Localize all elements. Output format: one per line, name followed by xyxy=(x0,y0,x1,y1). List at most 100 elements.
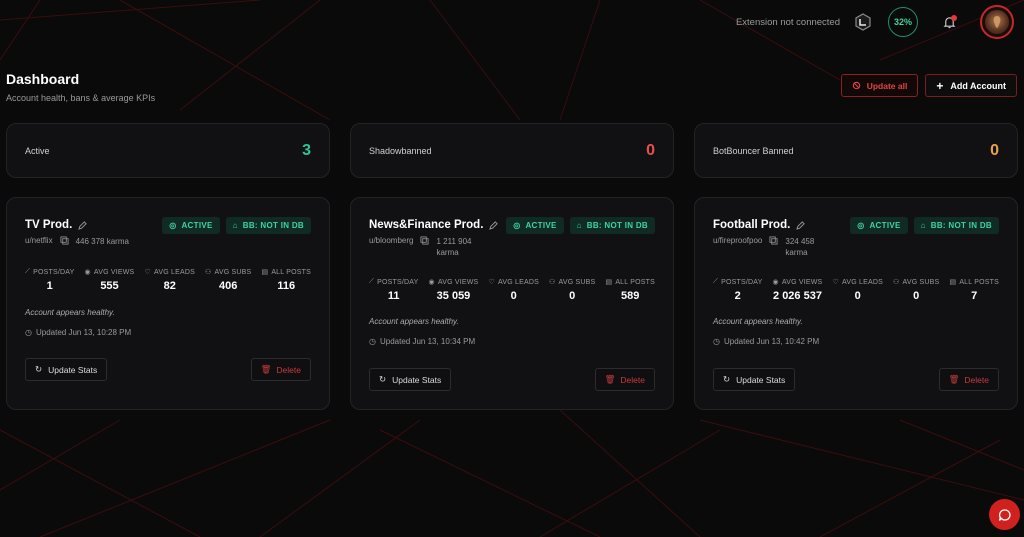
badges: ◎ ACTIVE ⌂ BB: NOT IN DB xyxy=(506,217,655,234)
bot-icon: ⌂ xyxy=(920,221,926,230)
header-actions: Update all + Add Account xyxy=(840,74,1017,97)
stat-avg-views: ◉ AVG VIEWS 555 xyxy=(84,268,135,293)
trend-icon: ⟋ xyxy=(25,268,31,275)
account-card: Football Prod. u/fireproofpoo 324 458 kar… xyxy=(694,197,1018,410)
copy-icon[interactable] xyxy=(60,236,69,245)
delete-button[interactable]: 🗑 Delete xyxy=(250,358,311,381)
stats-row: ⟋ POSTS/DAY 2 ◉ AVG VIEWS 2 026 537 ♡ AVG LEA… xyxy=(713,278,999,302)
progress-indicator[interactable]: 32% xyxy=(888,7,918,37)
stat-avg-leads: ♡ AVG LEADS 0 xyxy=(488,278,539,303)
eye-icon: ◉ xyxy=(428,279,435,286)
health-note: Account appears healthy. xyxy=(25,308,115,317)
add-account-button[interactable]: + Add Account xyxy=(925,74,1017,97)
bb-badge: ⌂ BB: NOT IN DB xyxy=(913,217,999,234)
edit-icon[interactable] xyxy=(489,220,499,230)
top-bar: Extension not connected 32% xyxy=(736,0,1024,44)
stat-avg-leads: ♡ AVG LEADS 82 xyxy=(144,268,195,293)
check-circle-icon: ◎ xyxy=(169,221,177,230)
trend-icon: ⟋ xyxy=(713,278,719,285)
stat-avg-subs: ⚇ AVG SUBS 0 xyxy=(549,278,596,303)
account-card: TV Prod. u/netflix 446 378 karma ◎ ACTIVE… xyxy=(6,197,330,410)
user-plus-icon: ⚇ xyxy=(893,279,900,286)
account-meta: u/netflix 446 378 karma xyxy=(25,236,129,247)
avatar-image xyxy=(985,10,1009,34)
updated-timestamp: ◷ Updated Jun 13, 10:42 PM xyxy=(713,337,820,346)
health-note: Account appears healthy. xyxy=(713,317,803,326)
kpi-label: Shadowbanned xyxy=(369,145,432,156)
chat-button[interactable] xyxy=(989,499,1020,530)
kpi-label: BotBouncer Banned xyxy=(713,145,794,156)
notification-dot xyxy=(951,15,957,21)
delete-button[interactable]: 🗑 Delete xyxy=(594,368,655,391)
bb-badge: ⌂ BB: NOT IN DB xyxy=(225,217,311,234)
chat-icon xyxy=(998,508,1011,521)
trash-icon: 🗑 xyxy=(260,364,272,374)
stat-all-posts: ▤ ALL POSTS 589 xyxy=(605,278,655,303)
stat-avg-subs: ⚇ AVG SUBS 0 xyxy=(893,278,940,303)
account-card: News&Finance Prod. u/bloomberg 1 211 904… xyxy=(350,197,674,410)
notifications-button[interactable] xyxy=(934,7,964,37)
account-name: TV Prod. xyxy=(25,219,88,231)
account-name: News&Finance Prod. xyxy=(369,219,499,231)
kpi-botbouncer-banned: BotBouncer Banned 0 xyxy=(694,123,1018,178)
stat-avg-leads: ♡ AVG LEADS 0 xyxy=(832,278,883,303)
eye-icon: ◉ xyxy=(772,279,779,286)
update-stats-button[interactable]: ↻ Update Stats xyxy=(369,368,452,391)
status-badge: ◎ ACTIVE xyxy=(506,217,564,234)
badges: ◎ ACTIVE ⌂ BB: NOT IN DB xyxy=(850,217,999,234)
account-name-text: TV Prod. xyxy=(25,219,73,231)
stat-posts-day: ⟋ POSTS/DAY 2 xyxy=(713,278,763,302)
delete-button[interactable]: 🗑 Delete xyxy=(938,368,999,391)
status-badge: ◎ ACTIVE xyxy=(850,217,908,234)
document-icon: ▤ xyxy=(605,279,613,286)
edit-icon[interactable] xyxy=(78,220,88,230)
stat-avg-subs: ⚇ AVG SUBS 406 xyxy=(205,268,252,293)
stat-all-posts: ▤ ALL POSTS 7 xyxy=(949,278,999,303)
add-account-label: Add Account xyxy=(950,80,1006,91)
extension-icon[interactable] xyxy=(854,13,872,31)
plus-icon: + xyxy=(936,78,944,93)
kpi-value: 3 xyxy=(302,141,311,159)
clock-icon: ◷ xyxy=(25,328,32,337)
document-icon: ▤ xyxy=(261,269,269,276)
bb-badge: ⌂ BB: NOT IN DB xyxy=(569,217,655,234)
heart-icon: ♡ xyxy=(488,279,495,286)
extension-status: Extension not connected xyxy=(735,16,840,28)
account-karma: 446 378 karma xyxy=(75,237,129,246)
stat-posts-day: ⟋ POSTS/DAY 11 xyxy=(369,278,419,302)
account-username: u/fireproofpoo xyxy=(713,236,763,245)
update-stats-button[interactable]: ↻ Update Stats xyxy=(25,358,108,381)
bot-icon: ⌂ xyxy=(232,221,238,230)
updated-timestamp: ◷ Updated Jun 13, 10:28 PM xyxy=(25,328,132,337)
document-icon: ▤ xyxy=(949,279,957,286)
trend-icon: ⟋ xyxy=(369,278,375,285)
heart-icon: ♡ xyxy=(832,279,839,286)
update-all-button[interactable]: Update all xyxy=(840,74,919,97)
stat-posts-day: ⟋ POSTS/DAY 1 xyxy=(25,268,75,292)
trash-icon: 🗑 xyxy=(948,374,960,384)
stat-all-posts: ▤ ALL POSTS 116 xyxy=(261,268,311,293)
refresh-icon xyxy=(852,81,860,90)
page-subtitle: Account health, bans & average KPIs xyxy=(6,93,156,103)
stats-row: ⟋ POSTS/DAY 11 ◉ AVG VIEWS 35 059 ♡ AVG LEADS… xyxy=(369,278,655,302)
kpi-active: Active 3 xyxy=(6,123,330,178)
eye-icon: ◉ xyxy=(84,269,91,276)
refresh-icon: ↻ xyxy=(723,374,731,384)
page-title: Dashboard xyxy=(6,71,80,87)
copy-icon[interactable] xyxy=(420,236,430,245)
check-circle-icon: ◎ xyxy=(857,221,865,230)
bot-icon: ⌂ xyxy=(576,221,582,230)
account-meta: u/fireproofpoo 324 458 karma xyxy=(713,236,814,258)
update-stats-button[interactable]: ↻ Update Stats xyxy=(713,368,796,391)
account-karma: 324 458 karma xyxy=(785,237,815,257)
stat-avg-views: ◉ AVG VIEWS 2 026 537 xyxy=(772,278,823,303)
edit-icon[interactable] xyxy=(796,220,806,230)
account-name-text: Football Prod. xyxy=(713,219,791,231)
account-name-text: News&Finance Prod. xyxy=(369,219,484,231)
user-avatar[interactable] xyxy=(980,5,1014,39)
health-note: Account appears healthy. xyxy=(369,317,459,326)
stats-row: ⟋ POSTS/DAY 1 ◉ AVG VIEWS 555 ♡ AVG LEADS 82 ⚇… xyxy=(25,268,311,292)
copy-icon[interactable] xyxy=(769,236,778,245)
refresh-icon: ↻ xyxy=(379,374,387,384)
kpi-label: Active xyxy=(25,145,50,156)
